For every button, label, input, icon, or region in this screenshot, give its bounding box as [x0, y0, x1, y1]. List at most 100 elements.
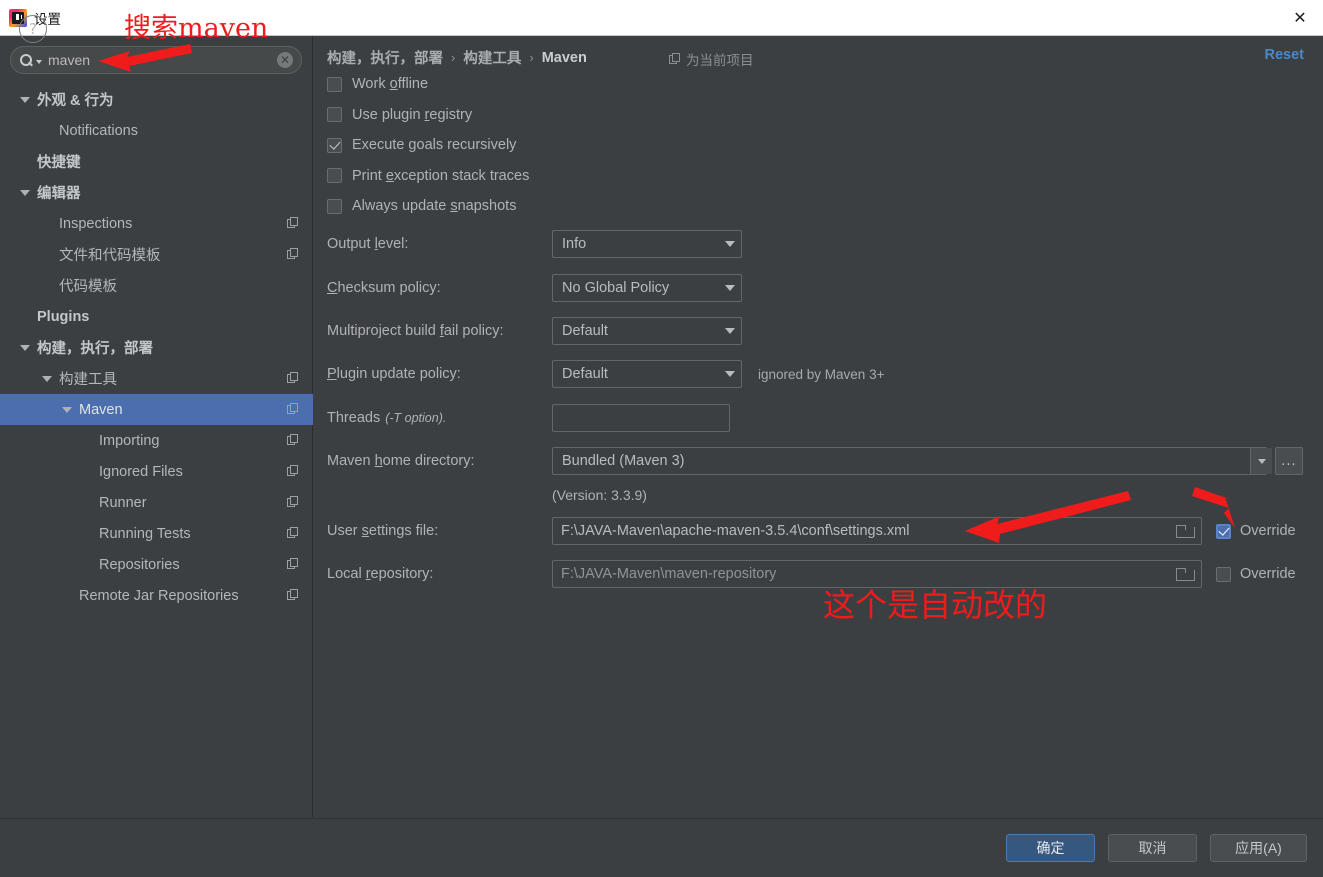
sidebar-item-[interactable]: 构建工具 — [0, 363, 313, 394]
user-settings-file-input[interactable]: F:\JAVA-Maven\apache-maven-3.5.4\conf\se… — [552, 517, 1202, 545]
apply-button[interactable]: 应用(A) — [1210, 834, 1307, 862]
breadcrumb: 构建，执行，部署 › 构建工具 › Maven — [327, 47, 587, 68]
local-repository-override-label: Override — [1240, 566, 1296, 582]
checkbox-indicator[interactable] — [327, 198, 342, 214]
sidebar-item-label: Remote Jar Repositories — [79, 587, 239, 604]
copy-icon — [287, 558, 299, 570]
checkbox-indicator[interactable] — [327, 107, 342, 122]
sidebar-item-[interactable]: 编辑器 — [0, 177, 313, 208]
copy-icon — [287, 403, 299, 415]
sidebar-item-remote-jar-repositories[interactable]: Remote Jar Repositories — [0, 580, 313, 611]
chevron-down-icon — [1257, 458, 1266, 464]
folder-icon[interactable] — [1176, 567, 1195, 581]
multiproject-fail-policy-row: Multiproject build fail policy: Default — [327, 317, 742, 345]
sidebar-item-label: Repositories — [99, 556, 180, 573]
checkbox-print-exception-stack-traces[interactable]: Print exception stack traces — [327, 168, 529, 184]
sidebar-item-label: Ignored Files — [99, 463, 183, 480]
threads-input[interactable] — [552, 404, 730, 432]
sidebar-item-[interactable]: 构建，执行，部署 — [0, 332, 313, 363]
plugin-update-policy-value: Default — [562, 366, 608, 382]
plugin-update-policy-select[interactable]: Default — [552, 360, 742, 388]
checkbox-indicator[interactable] — [327, 137, 342, 153]
multiproject-fail-policy-label: Multiproject build fail policy: — [327, 323, 504, 339]
user-settings-override-checkbox[interactable] — [1216, 523, 1231, 539]
cancel-button[interactable]: 取消 — [1108, 834, 1197, 862]
breadcrumb-item-build-tools[interactable]: 构建工具 — [463, 47, 521, 68]
copy-icon — [287, 434, 299, 446]
folder-icon[interactable] — [1176, 524, 1195, 538]
sidebar-item-repositories[interactable]: Repositories — [0, 549, 313, 580]
clear-search-icon[interactable]: ✕ — [277, 52, 293, 68]
threads-label: Threads (-T option). — [327, 410, 447, 426]
sidebar-item-importing[interactable]: Importing — [0, 425, 313, 456]
maven-version-label: (Version: 3.3.9) — [552, 487, 647, 503]
checkbox-indicator[interactable] — [327, 168, 342, 183]
reset-link[interactable]: Reset — [1265, 47, 1305, 63]
sidebar-item-label: Runner — [99, 494, 147, 511]
chevron-down-icon[interactable] — [36, 60, 42, 64]
annotation-text: 搜索maven — [124, 13, 269, 44]
local-repository-label: Local repository: — [327, 566, 434, 582]
expand-arrow-icon[interactable] — [62, 406, 72, 413]
user-settings-file-label: User settings file: — [327, 523, 439, 539]
search-box[interactable]: maven ✕ — [10, 46, 302, 74]
sidebar-item-notifications[interactable]: Notifications — [0, 115, 313, 146]
local-repository-override-row[interactable]: Override — [1216, 566, 1296, 582]
checksum-policy-value: No Global Policy — [562, 280, 670, 296]
checkbox-label: Print exception stack traces — [352, 167, 530, 184]
copy-icon — [669, 53, 681, 65]
checkbox-label: Work offline — [352, 76, 429, 92]
threads-row: Threads (-T option). — [327, 404, 730, 432]
checkbox-label: Execute goals recursively — [352, 137, 517, 153]
settings-dialog: 设置 ✕ maven ✕ 外观 & 行为 Notifications 快捷键 编辑器 I… — [0, 0, 1323, 877]
chevron-down-icon — [725, 371, 735, 377]
settings-tree: 外观 & 行为 Notifications 快捷键编辑器 Inspections 文件和… — [0, 84, 313, 611]
sidebar-item-label: Running Tests — [99, 525, 191, 542]
maven-home-browse-button[interactable]: ... — [1275, 447, 1303, 475]
chevron-down-icon — [725, 241, 735, 247]
sidebar-item-[interactable]: 文件和代码模板 — [0, 239, 313, 270]
expand-arrow-icon[interactable] — [20, 344, 30, 351]
expand-arrow-icon[interactable] — [20, 96, 30, 103]
checkbox-use-plugin-registry[interactable]: Use plugin registry — [327, 107, 472, 123]
checkbox-execute-goals-recursively[interactable]: Execute goals recursively — [327, 137, 516, 153]
sidebar-item-runner[interactable]: Runner — [0, 487, 313, 518]
sidebar-item-[interactable]: 快捷键 — [0, 146, 313, 177]
maven-settings-panel: 构建，执行，部署 › 构建工具 › Maven 为当前项目 Reset Work… — [314, 36, 1323, 817]
checksum-policy-select[interactable]: No Global Policy — [552, 274, 742, 302]
maven-home-directory-select[interactable]: Bundled (Maven 3) — [552, 447, 1272, 475]
search-field-wrapper[interactable]: maven ✕ — [10, 46, 302, 74]
copy-icon — [287, 248, 299, 260]
help-button[interactable]: ? — [19, 15, 47, 43]
breadcrumb-item-build[interactable]: 构建，执行，部署 — [327, 47, 443, 68]
output-level-label: Output level: — [327, 236, 409, 252]
multiproject-fail-policy-select[interactable]: Default — [552, 317, 742, 345]
for-current-project-label: 为当前项目 — [669, 49, 754, 69]
checkbox-label: Always update snapshots — [352, 198, 517, 214]
ok-button[interactable]: 确定 — [1006, 834, 1095, 862]
sidebar-item-inspections[interactable]: Inspections — [0, 208, 313, 239]
user-settings-override-row[interactable]: Override — [1216, 523, 1296, 539]
user-settings-file-row: User settings file: F:\JAVA-Maven\apache… — [327, 517, 1296, 545]
sidebar-item-label: 文件和代码模板 — [59, 248, 161, 264]
checkbox-always-update-snapshots[interactable]: Always update snapshots — [327, 198, 516, 214]
local-repository-row: Local repository: F:\JAVA-Maven\maven-re… — [327, 560, 1296, 588]
checkbox-work-offline[interactable]: Work offline — [327, 76, 428, 92]
sidebar-item-label: 编辑器 — [37, 186, 81, 202]
breadcrumb-item-maven: Maven — [541, 49, 587, 66]
local-repository-override-checkbox[interactable] — [1216, 566, 1231, 582]
sidebar-item-plugins[interactable]: Plugins — [0, 301, 313, 332]
sidebar-item-[interactable]: 代码模板 — [0, 270, 313, 301]
search-input[interactable]: maven — [48, 52, 277, 68]
sidebar-item-[interactable]: 外观 & 行为 — [0, 84, 313, 115]
checkbox-indicator[interactable] — [327, 76, 342, 92]
sidebar-item-ignored-files[interactable]: Ignored Files — [0, 456, 313, 487]
sidebar-item-maven[interactable]: Maven — [0, 394, 313, 425]
sidebar-item-running-tests[interactable]: Running Tests — [0, 518, 313, 549]
output-level-select[interactable]: Info — [552, 230, 742, 258]
maven-home-dropdown-button[interactable] — [1250, 448, 1272, 474]
expand-arrow-icon[interactable] — [20, 189, 30, 196]
close-icon[interactable]: ✕ — [1277, 0, 1323, 35]
sidebar-item-label: Plugins — [37, 308, 90, 325]
expand-arrow-icon[interactable] — [42, 375, 52, 382]
